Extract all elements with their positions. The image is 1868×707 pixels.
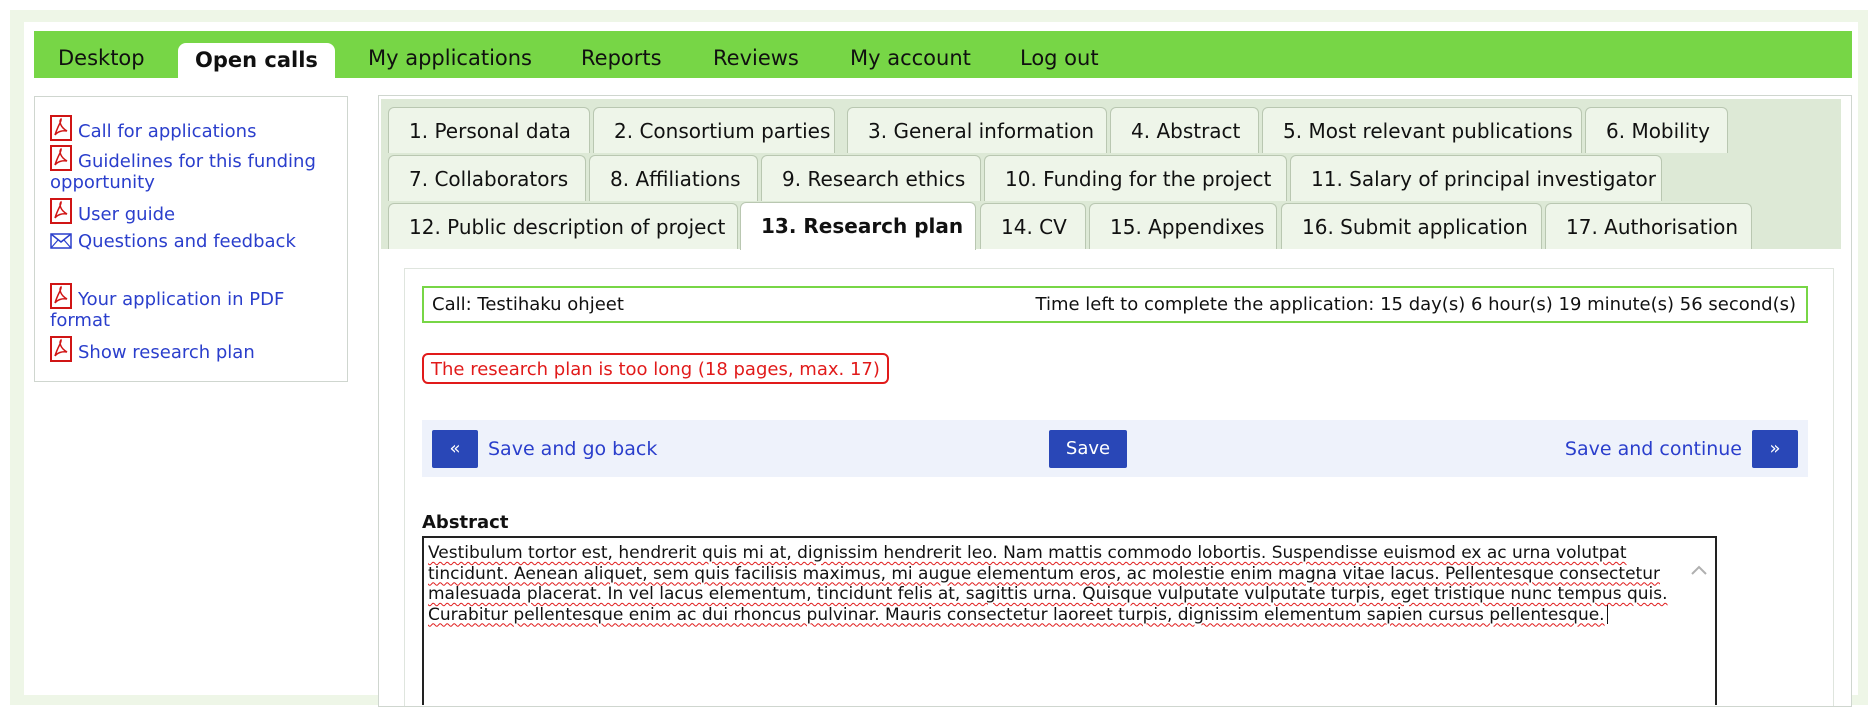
save-and-continue-link[interactable]: Save and continue bbox=[1565, 438, 1742, 460]
tab-salary-of-principal-investigator[interactable]: 11. Salary of principal investigator bbox=[1290, 155, 1662, 201]
tab-general-information[interactable]: 3. General information bbox=[847, 107, 1107, 153]
sidebar-link-label: Questions and feedback bbox=[78, 231, 296, 252]
pdf-icon bbox=[50, 283, 72, 309]
tab-affiliations[interactable]: 8. Affiliations bbox=[589, 155, 758, 201]
save-button[interactable]: Save bbox=[1049, 430, 1127, 468]
sidebar-link-label: Show research plan bbox=[78, 342, 255, 363]
pdf-icon bbox=[50, 115, 72, 141]
pdf-icon bbox=[50, 336, 72, 362]
abstract-text: Vestibulum tortor est, hendrerit quis mi… bbox=[428, 543, 1668, 625]
tab-personal-data[interactable]: 1. Personal data bbox=[388, 107, 590, 153]
text-cursor bbox=[1606, 604, 1608, 624]
top-navigation: Desktop Open calls My applications Repor… bbox=[34, 31, 1852, 78]
sidebar-link-show-research-plan[interactable]: Show research plan bbox=[50, 336, 255, 363]
scroll-up-icon[interactable] bbox=[1689, 561, 1709, 581]
nav-open-calls[interactable]: Open calls bbox=[178, 43, 335, 78]
action-bar: « Save and go back Save Save and continu… bbox=[422, 420, 1808, 477]
sidebar-panel: Call for applications Guidelines for thi… bbox=[34, 96, 348, 382]
tab-research-plan[interactable]: 13. Research plan bbox=[740, 202, 976, 250]
nav-reviews[interactable]: Reviews bbox=[713, 31, 799, 78]
sidebar-link-label: Guidelines for this funding opportunity bbox=[50, 151, 316, 193]
sidebar-link-call-for-applications[interactable]: Call for applications bbox=[50, 115, 256, 142]
tab-submit-application[interactable]: 16. Submit application bbox=[1281, 203, 1542, 249]
time-left: Time left to complete the application: 1… bbox=[1035, 294, 1797, 315]
pdf-icon bbox=[50, 145, 72, 171]
call-name: Call: Testihaku ohjeet bbox=[432, 294, 624, 315]
call-info-box: Call: Testihaku ohjeet Time left to comp… bbox=[422, 286, 1808, 323]
tab-appendixes[interactable]: 15. Appendixes bbox=[1089, 203, 1277, 249]
sidebar-link-user-guide[interactable]: User guide bbox=[50, 198, 175, 225]
pdf-icon bbox=[50, 198, 72, 224]
tab-funding-for-the-project[interactable]: 10. Funding for the project bbox=[984, 155, 1287, 201]
tab-research-ethics[interactable]: 9. Research ethics bbox=[761, 155, 981, 201]
sidebar-link-label: Your application in PDF format bbox=[50, 289, 285, 331]
error-message: The research plan is too long (18 pages,… bbox=[422, 353, 889, 384]
tab-mobility[interactable]: 6. Mobility bbox=[1585, 107, 1728, 153]
nav-my-account[interactable]: My account bbox=[850, 31, 971, 78]
nav-reports[interactable]: Reports bbox=[581, 31, 662, 78]
envelope-icon bbox=[50, 233, 72, 254]
sidebar-link-label: User guide bbox=[78, 204, 176, 225]
tab-consortium-parties[interactable]: 2. Consortium parties bbox=[593, 107, 835, 153]
tab-collaborators[interactable]: 7. Collaborators bbox=[388, 155, 586, 201]
abstract-textarea[interactable]: Vestibulum tortor est, hendrerit quis mi… bbox=[422, 536, 1717, 705]
tab-cv[interactable]: 14. CV bbox=[980, 203, 1086, 249]
sidebar-link-guidelines[interactable]: Guidelines for this funding opportunity bbox=[50, 145, 340, 193]
nav-desktop[interactable]: Desktop bbox=[58, 31, 145, 78]
sidebar-link-questions-feedback[interactable]: Questions and feedback bbox=[50, 231, 296, 254]
save-and-go-back-link[interactable]: Save and go back bbox=[488, 438, 657, 460]
sidebar-link-label: Call for applications bbox=[78, 121, 257, 142]
save-and-continue-button[interactable]: » bbox=[1752, 430, 1798, 468]
tab-public-description[interactable]: 12. Public description of project bbox=[388, 203, 738, 249]
save-and-go-back-button[interactable]: « bbox=[432, 430, 478, 468]
tab-abstract[interactable]: 4. Abstract bbox=[1110, 107, 1259, 153]
abstract-label: Abstract bbox=[422, 512, 509, 533]
nav-my-applications[interactable]: My applications bbox=[368, 31, 532, 78]
sidebar-link-application-pdf[interactable]: Your application in PDF format bbox=[50, 283, 340, 331]
tab-bar: 1. Personal data 2. Consortium parties 3… bbox=[381, 99, 1841, 250]
tab-authorisation[interactable]: 17. Authorisation bbox=[1545, 203, 1752, 249]
nav-log-out[interactable]: Log out bbox=[1020, 31, 1099, 78]
tab-most-relevant-publications[interactable]: 5. Most relevant publications bbox=[1262, 107, 1582, 153]
